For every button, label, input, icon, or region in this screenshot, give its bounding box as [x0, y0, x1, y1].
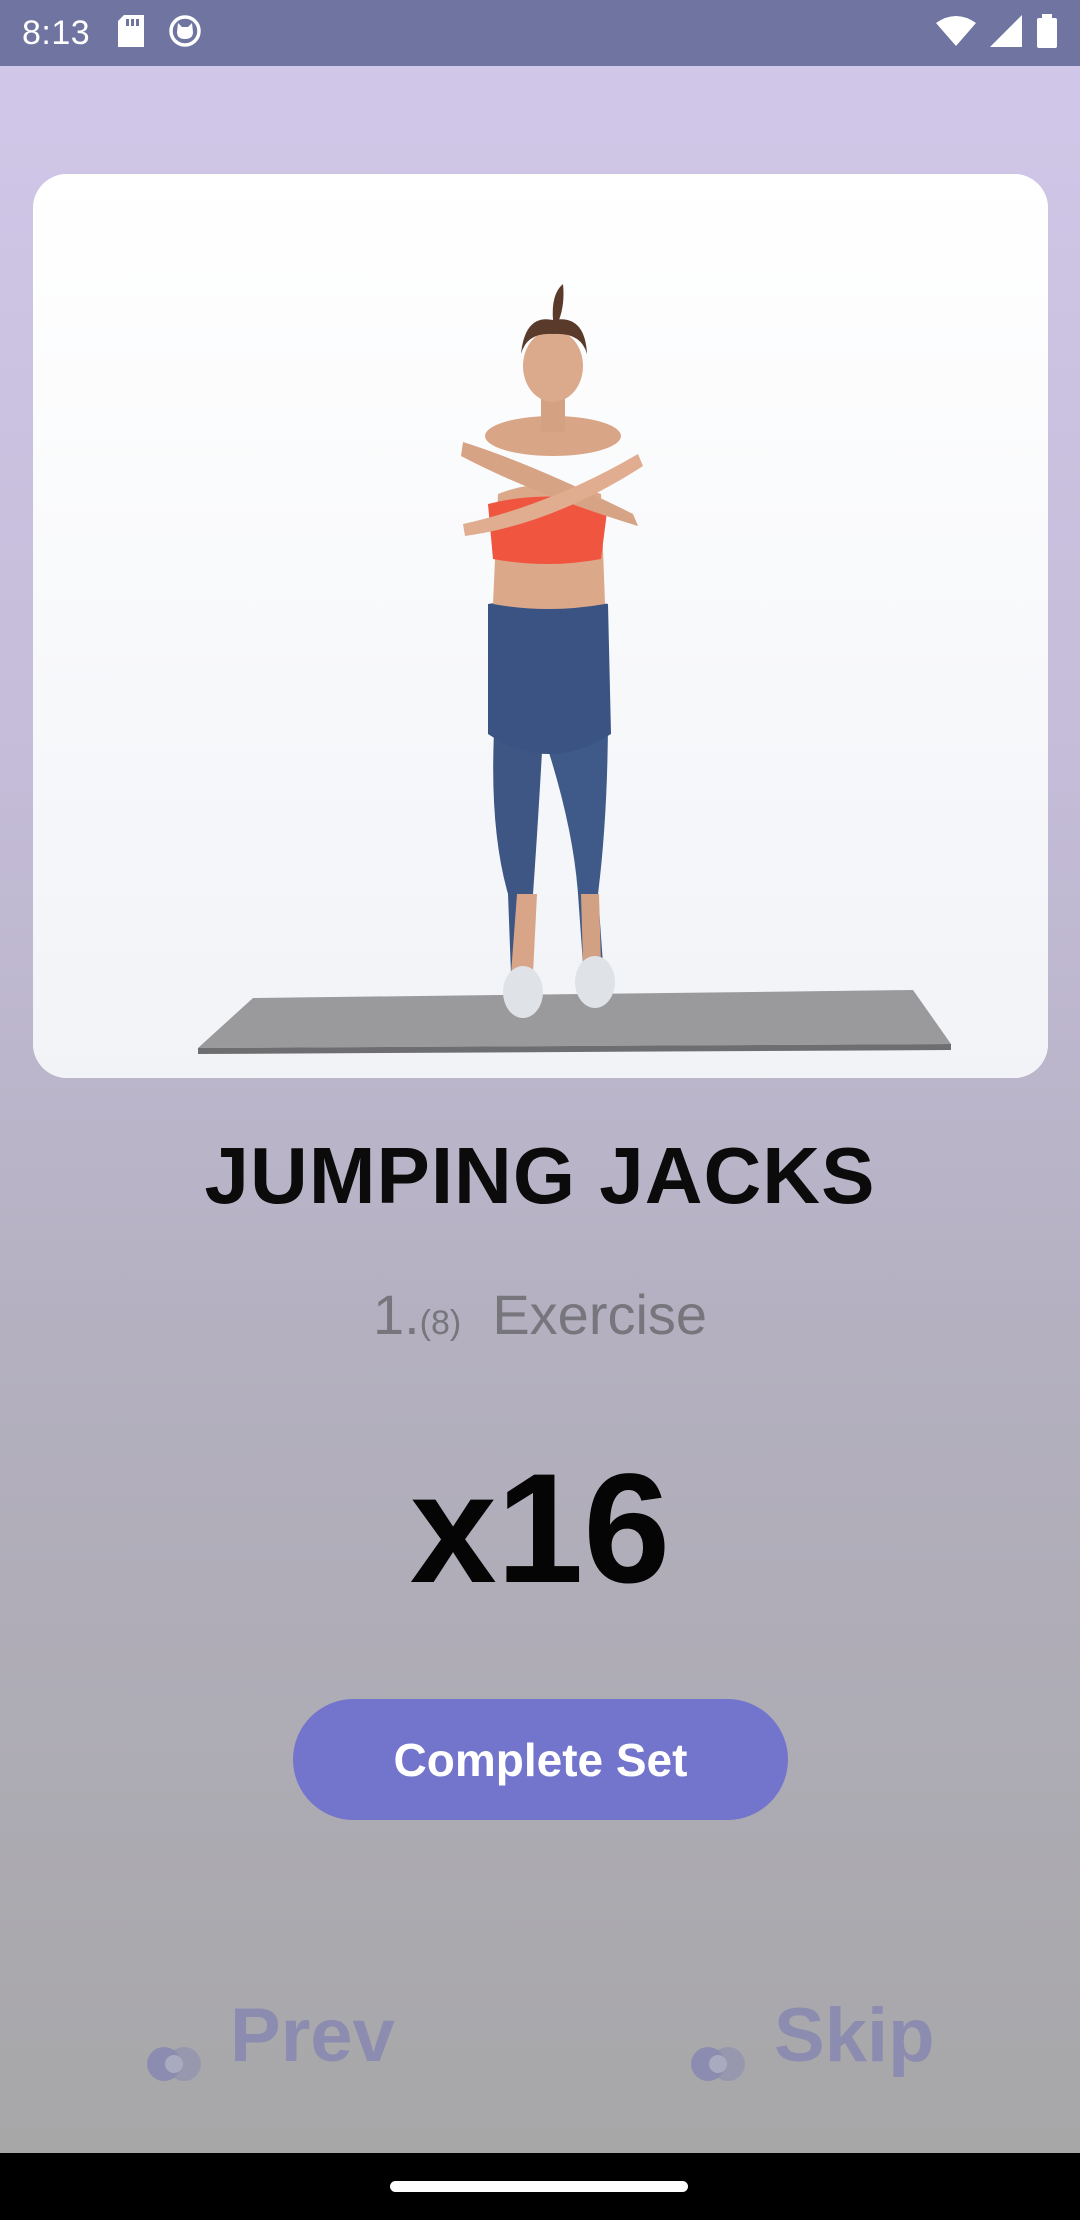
skip-label: Skip: [774, 1992, 935, 2078]
exercise-total: (8): [419, 1304, 462, 1342]
rep-count: x16: [409, 1442, 671, 1616]
prev-icon: [146, 2015, 202, 2081]
skip-icon: [690, 2015, 746, 2081]
wifi-icon: [936, 15, 976, 52]
cat-notification-icon: [168, 14, 202, 53]
exercise-image-card: [33, 174, 1048, 1078]
exercise-title: JUMPING JACKS: [204, 1131, 876, 1220]
status-bar: 8:13: [0, 0, 1080, 66]
complete-set-label: Complete Set: [393, 1733, 688, 1786]
prev-label: Prev: [230, 1992, 395, 2078]
prev-button[interactable]: Prev: [146, 1985, 395, 2085]
battery-icon: [1036, 13, 1058, 53]
exercise-progress: 1.(8) Exercise: [0, 1282, 1080, 1347]
gesture-nav-bar: [0, 2153, 1080, 2220]
cell-signal-icon: [990, 14, 1022, 52]
skip-button[interactable]: Skip: [690, 1985, 935, 2085]
status-time: 8:13: [22, 13, 91, 52]
exercise-label: Exercise: [492, 1283, 708, 1346]
sd-card-icon: [118, 14, 145, 52]
complete-set-button[interactable]: Complete Set: [293, 1699, 788, 1820]
exercise-index: 1.: [372, 1283, 420, 1346]
exercise-demo-image: [33, 174, 1048, 1078]
home-gesture-handle[interactable]: [390, 2181, 688, 2192]
